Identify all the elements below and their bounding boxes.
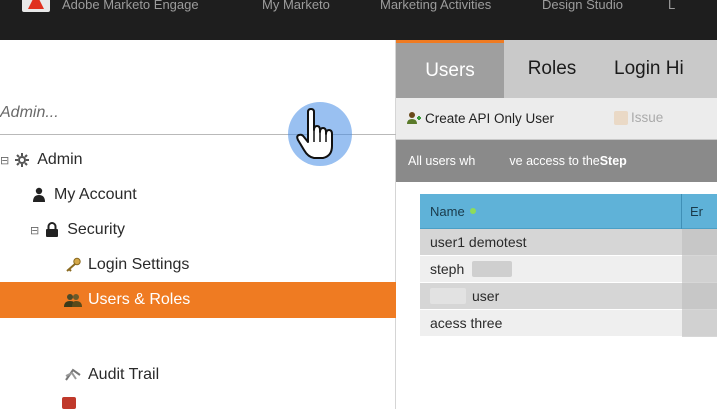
top-nav-bar: Adobe Marketo Engage My Marketo Marketin… (0, 0, 717, 40)
admin-search-input[interactable]: Admin... (0, 104, 59, 122)
tree-item-label: Security (67, 221, 126, 238)
users-grid: Name Er user1 demotest steph user acess … (420, 193, 717, 337)
info-text-middle: ve access to the (509, 154, 600, 168)
cell-name: user (420, 283, 682, 310)
gear-icon (13, 151, 31, 169)
tree-item-label: Audit Trail (88, 366, 160, 383)
users-icon (64, 291, 82, 309)
table-row[interactable]: acess three (420, 309, 717, 337)
redacted-block (430, 288, 466, 304)
tree-item-my-account[interactable]: My Account (30, 177, 137, 213)
tree-item-login-settings[interactable]: Login Settings (64, 247, 189, 283)
tab-login-history[interactable]: Login Hi (600, 40, 717, 98)
users-roles-panel: Users Roles Login Hi Create API Only Use… (396, 40, 717, 409)
issue-icon (614, 110, 628, 125)
lock-icon (43, 221, 61, 239)
cell-email-redacted (682, 282, 717, 310)
admin-sidebar: Admin... ⊟ Admin My Account ⊟ Security L… (0, 40, 396, 409)
info-text-start: All users wh (408, 154, 476, 168)
hand-pointer-icon (296, 108, 336, 165)
table-row[interactable]: user (420, 282, 717, 310)
key-icon (64, 256, 82, 274)
users-toolbar: Create API Only User Issue (396, 98, 717, 140)
tree-item-label: Users & Roles (88, 291, 191, 308)
cell-email-redacted (682, 309, 717, 337)
redacted-block (472, 261, 513, 277)
cell-email-redacted (682, 228, 717, 256)
tree-item-users-roles[interactable]: Users & Roles (0, 282, 396, 318)
issue-button[interactable]: Issue (614, 110, 663, 125)
tree-item-label: Login Settings (88, 256, 190, 273)
tree-item-label: Admin (37, 151, 83, 168)
tab-bar: Users Roles Login Hi (396, 40, 717, 98)
next-item-icon (62, 397, 76, 409)
audit-icon (64, 366, 82, 384)
table-row[interactable]: steph (420, 255, 717, 283)
create-api-user-button[interactable]: Create API Only User (406, 110, 554, 126)
cell-email-redacted (682, 255, 717, 283)
collapse-icon[interactable]: ⊟ (30, 224, 39, 237)
tab-users[interactable]: Users (396, 40, 504, 98)
sort-indicator-icon (469, 208, 476, 214)
adobe-logo-icon[interactable] (22, 0, 50, 12)
nav-item-truncated[interactable]: L (668, 0, 675, 12)
tree-item-audit-trail[interactable]: Audit Trail (64, 357, 159, 393)
nav-item-my-marketo[interactable]: My Marketo (262, 0, 330, 12)
cell-name: steph (420, 256, 682, 283)
info-text-bold: Step (599, 154, 627, 168)
cell-name: user1 demotest (430, 234, 527, 250)
add-user-icon (406, 110, 422, 126)
tab-roles[interactable]: Roles (504, 40, 600, 98)
create-api-user-label: Create API Only User (425, 110, 555, 126)
column-header-email[interactable]: Er (682, 204, 703, 219)
nav-item-marketing-activities[interactable]: Marketing Activities (380, 0, 491, 12)
table-row[interactable]: user1 demotest (420, 228, 717, 256)
nav-item-marketo-engage[interactable]: Adobe Marketo Engage (62, 0, 199, 12)
tree-item-admin[interactable]: ⊟ Admin (0, 142, 83, 178)
cell-name: acess three (430, 315, 503, 331)
person-icon (30, 186, 48, 204)
grid-header: Name Er (420, 193, 717, 229)
nav-item-design-studio[interactable]: Design Studio (542, 0, 623, 12)
collapse-icon[interactable]: ⊟ (0, 154, 9, 167)
issue-label: Issue (631, 110, 664, 125)
info-bar: All users wh ve access to the Step (396, 140, 717, 182)
tree-item-security[interactable]: ⊟ Security (30, 212, 125, 248)
tree-item-label: My Account (54, 186, 137, 203)
column-header-name[interactable]: Name (420, 193, 682, 229)
